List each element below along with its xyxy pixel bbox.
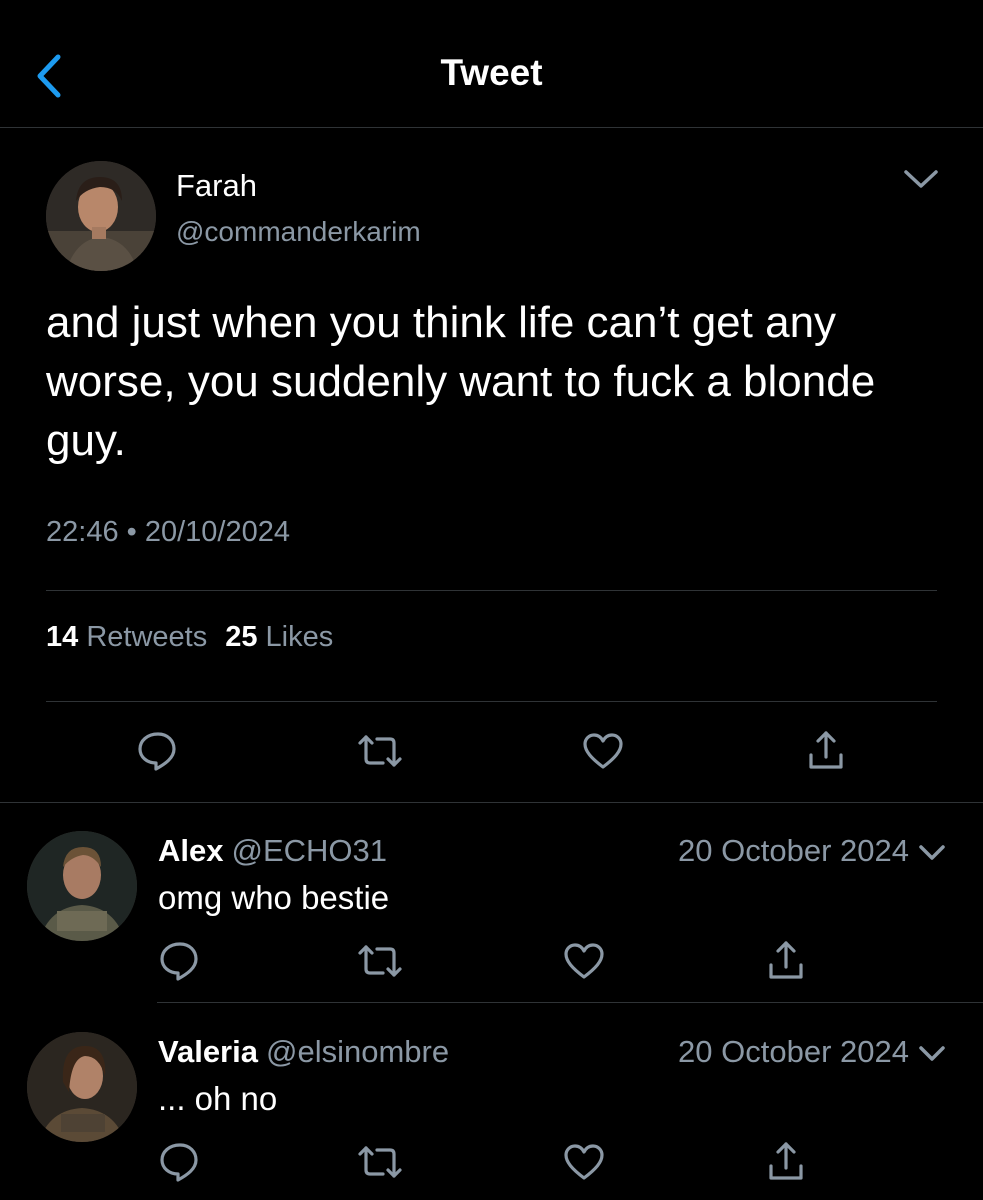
like-button[interactable] bbox=[554, 1132, 614, 1192]
share-button[interactable] bbox=[796, 721, 856, 781]
reply-text: omg who bestie bbox=[158, 879, 390, 916]
divider bbox=[46, 590, 937, 591]
avatar[interactable] bbox=[27, 831, 137, 941]
retweet-icon bbox=[358, 945, 402, 977]
reply-header: Valeria @elsinombre bbox=[158, 1034, 449, 1070]
share-icon bbox=[769, 941, 803, 979]
chevron-down-icon bbox=[904, 170, 938, 188]
reply-date: 20 October 2024 bbox=[678, 1034, 909, 1069]
retweet-button[interactable] bbox=[350, 721, 410, 781]
divider bbox=[157, 1002, 983, 1003]
reply-tweet[interactable]: Valeria @elsinombre 20 October 2024 ... o… bbox=[0, 1004, 983, 1200]
main-tweet: Farah @commanderkarim and just when you … bbox=[0, 128, 983, 803]
reply-icon bbox=[160, 1143, 198, 1182]
avatar[interactable] bbox=[27, 1032, 137, 1142]
top-bar: Tweet bbox=[0, 0, 983, 128]
reply-menu-button[interactable] bbox=[917, 1042, 947, 1066]
retweet-icon bbox=[358, 1146, 402, 1178]
tweet-text: and just when you think life can’t get a… bbox=[46, 298, 876, 465]
retweets-count: 14 bbox=[46, 621, 79, 653]
like-icon bbox=[583, 733, 623, 769]
retweet-button[interactable] bbox=[350, 931, 410, 991]
like-icon bbox=[564, 943, 604, 979]
divider bbox=[46, 701, 937, 702]
reply-button[interactable] bbox=[150, 931, 210, 991]
reply-header: Alex @ECHO31 bbox=[158, 833, 387, 869]
retweet-button[interactable] bbox=[350, 1132, 410, 1192]
reply-author-handle[interactable]: @elsinombre bbox=[266, 1034, 449, 1069]
like-icon bbox=[564, 1144, 604, 1180]
tweet-timestamp: 22:46 • 20/10/2024 bbox=[46, 516, 290, 548]
share-button[interactable] bbox=[756, 931, 816, 991]
reply-tweet[interactable]: Alex @ECHO31 20 October 2024 omg who best… bbox=[0, 803, 983, 1003]
reply-icon bbox=[160, 942, 198, 981]
share-icon bbox=[809, 731, 843, 769]
likes-count: 25 bbox=[225, 621, 258, 653]
chevron-down-icon bbox=[919, 845, 945, 860]
share-icon bbox=[769, 1142, 803, 1180]
like-button[interactable] bbox=[573, 721, 633, 781]
page-title: Tweet bbox=[440, 52, 543, 93]
like-button[interactable] bbox=[554, 931, 614, 991]
reply-button[interactable] bbox=[128, 721, 188, 781]
tweet-stats: 14 Retweets 25 Likes bbox=[46, 621, 333, 654]
likes-label: Likes bbox=[265, 621, 334, 653]
reply-date: 20 October 2024 bbox=[678, 833, 909, 868]
reply-icon bbox=[138, 732, 176, 771]
reply-author-name[interactable]: Valeria bbox=[158, 1034, 258, 1069]
tweet-menu-button[interactable] bbox=[901, 164, 941, 194]
author-handle[interactable]: @commanderkarim bbox=[176, 216, 421, 248]
retweet-icon bbox=[358, 735, 402, 767]
retweets-label: Retweets bbox=[86, 621, 208, 653]
retweets-stat[interactable]: 14 Retweets bbox=[46, 621, 207, 654]
reply-button[interactable] bbox=[150, 1132, 210, 1192]
reply-text: ... oh no bbox=[158, 1080, 278, 1117]
author-name[interactable]: Farah bbox=[176, 168, 257, 204]
share-button[interactable] bbox=[756, 1132, 816, 1192]
reply-menu-button[interactable] bbox=[917, 841, 947, 865]
reply-author-handle[interactable]: @ECHO31 bbox=[231, 833, 387, 868]
likes-stat[interactable]: 25 Likes bbox=[225, 621, 333, 654]
reply-author-name[interactable]: Alex bbox=[158, 833, 223, 868]
chevron-down-icon bbox=[919, 1046, 945, 1061]
avatar[interactable] bbox=[46, 161, 156, 271]
